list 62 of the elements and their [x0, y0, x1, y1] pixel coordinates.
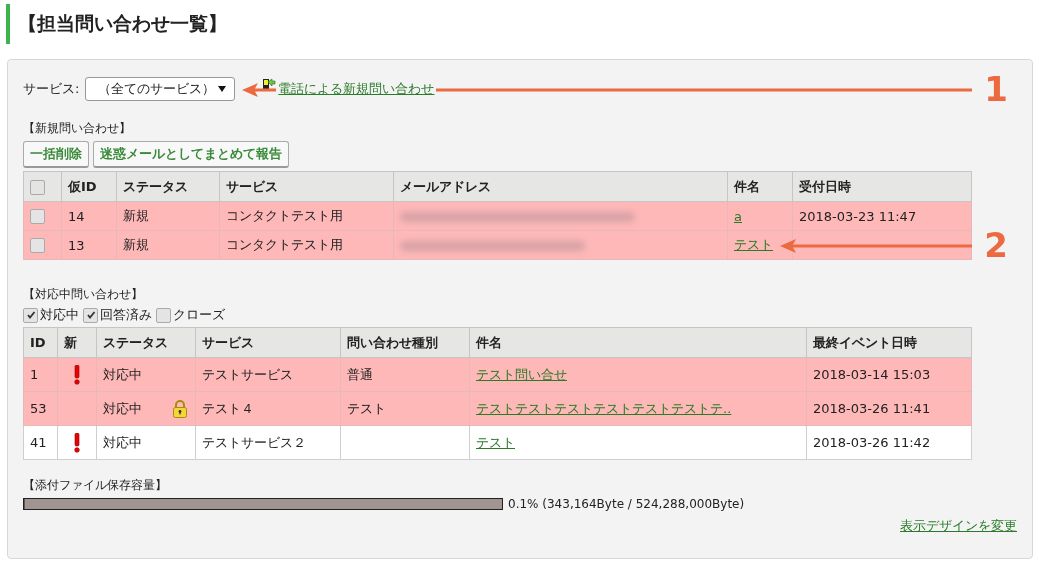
column-header: 件名: [476, 334, 502, 350]
checkbox-label: 対応中: [40, 306, 79, 324]
table-cell: コンタクトテスト用: [226, 208, 343, 223]
column-header: 最終イベント日時: [813, 334, 917, 350]
table-cell: 41: [30, 435, 47, 450]
table-cell: 2018-03-26 11:42: [813, 435, 931, 450]
table-cell: 新規: [123, 208, 149, 223]
table-cell: 2018-03-26 11:41: [813, 401, 931, 416]
table-cell: 13: [68, 237, 85, 253]
column-header: 受付日時: [799, 178, 851, 194]
table-cell: 対応中: [103, 400, 142, 415]
table-cell: 14: [68, 208, 85, 224]
annotation-number: 1: [984, 70, 1008, 110]
column-header: ID: [30, 335, 46, 350]
table-cell: コンタクトテスト用: [226, 237, 343, 252]
table-cell: 2018-03-23 11:47: [799, 208, 917, 224]
checkbox-label: クローズ: [173, 306, 225, 324]
page-title: 【担当問い合わせ一覧】: [18, 11, 227, 36]
checkmark-icon: [25, 310, 36, 320]
action-button[interactable]: 一括削除: [23, 141, 89, 168]
storage-reading: 0.1% (343,164Byte / 524,288,000Byte): [508, 497, 745, 511]
column-header: 問い合わせ種別: [347, 334, 438, 350]
table-cell: 新規: [123, 237, 149, 252]
caret-icon: [218, 86, 227, 92]
table-cell: 53: [30, 401, 47, 416]
subject-link[interactable]: a: [734, 208, 742, 224]
action-button[interactable]: 迷惑メールとしてまとめて報告: [93, 141, 289, 168]
filter-label: サービス:: [23, 80, 80, 98]
table-cell: テスト４: [202, 400, 254, 416]
phone-inquiry-link[interactable]: 電話による新規問い合わせ: [276, 80, 437, 98]
checkmark-icon: [85, 310, 96, 320]
table-cell: 2018-03-14 15:03: [813, 367, 931, 382]
column-header: 仮ID: [68, 178, 97, 194]
column-header: 件名: [734, 178, 760, 194]
checkbox-label: 回答済み: [100, 306, 152, 324]
column-header: メールアドレス: [400, 178, 491, 194]
section-heading: 【新規問い合わせ】: [23, 120, 132, 137]
table-cell: 対応中: [103, 434, 142, 450]
column-header: サービス: [226, 178, 278, 194]
table-cell: 対応中: [103, 366, 142, 382]
checkbox[interactable]: [83, 307, 98, 323]
table-cell: 1: [30, 367, 39, 382]
checkbox[interactable]: [30, 209, 45, 224]
table-cell: 普通: [347, 366, 373, 382]
checkbox[interactable]: [30, 238, 45, 253]
column-header: ステータス: [123, 178, 188, 194]
subject-link[interactable]: テスト問い合せ: [476, 366, 567, 382]
table-cell: テストサービス: [202, 366, 293, 382]
checkbox[interactable]: [23, 307, 38, 323]
table-cell: テストサービス２: [202, 434, 306, 450]
section-heading: 【対応中問い合わせ】: [23, 286, 144, 303]
annotation-number: 2: [984, 225, 1008, 266]
column-header: 新: [64, 334, 77, 350]
subject-link[interactable]: テスト: [476, 434, 515, 450]
table-cell: テスト: [347, 400, 386, 416]
column-header: サービス: [202, 334, 254, 350]
checkbox[interactable]: [30, 179, 45, 195]
checkbox[interactable]: [156, 307, 171, 323]
column-header: ステータス: [103, 334, 168, 350]
section-heading: 【添付ファイル保存容量】: [23, 477, 168, 494]
service-dropdown[interactable]: （全てのサービス）: [85, 77, 236, 101]
design-link[interactable]: 表示デザインを変更: [900, 517, 1017, 535]
